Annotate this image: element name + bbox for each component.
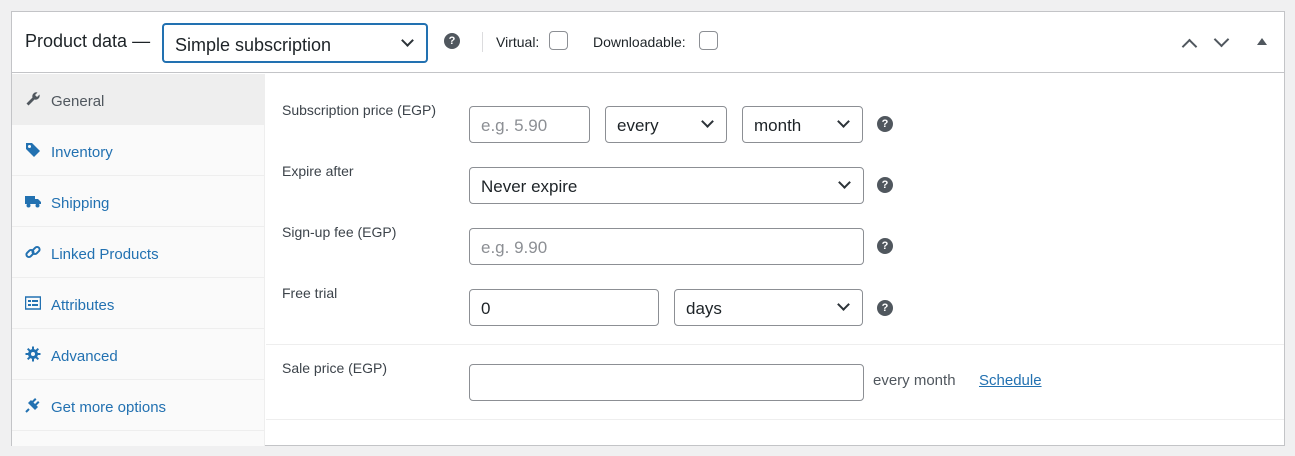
billing-interval-value: every xyxy=(617,116,659,135)
tab-label: Advanced xyxy=(51,348,118,365)
free-trial-period-select[interactable]: days xyxy=(674,289,863,326)
chevron-down-icon xyxy=(837,298,850,311)
sale-price-period-text: every month xyxy=(873,372,956,389)
downloadable-label: Downloadable: xyxy=(593,34,686,50)
product-data-header: Product data — Simple subscription ? Vir… xyxy=(12,12,1284,73)
tab-label: Inventory xyxy=(51,144,113,161)
sale-price-input[interactable] xyxy=(469,364,864,401)
virtual-label: Virtual: xyxy=(496,34,540,50)
sale-price-label: Sale price (EGP) xyxy=(282,360,388,376)
virtual-checkbox[interactable] xyxy=(549,31,568,50)
tab-attributes[interactable]: Attributes xyxy=(12,278,265,329)
free-trial-period-value: days xyxy=(686,299,722,318)
tab-label: Attributes xyxy=(51,297,115,314)
subscription-price-label: Subscription price (EGP) xyxy=(282,102,437,118)
chevron-down-icon xyxy=(837,115,850,128)
tab-shipping[interactable]: Shipping xyxy=(12,176,265,227)
help-icon[interactable]: ? xyxy=(877,238,893,254)
move-down-icon[interactable] xyxy=(1213,31,1230,48)
header-divider xyxy=(482,32,483,52)
billing-period-select[interactable]: month xyxy=(742,106,863,143)
expire-after-select[interactable]: Never expire xyxy=(469,167,864,204)
tab-inventory[interactable]: Inventory xyxy=(12,125,265,176)
chevron-down-icon xyxy=(701,115,714,128)
tab-get-more-options[interactable]: Get more options xyxy=(12,380,265,431)
tag-icon xyxy=(26,143,40,157)
signup-fee-placeholder: e.g. 9.90 xyxy=(481,238,548,257)
toggle-panel-icon[interactable] xyxy=(1257,38,1267,45)
help-icon[interactable]: ? xyxy=(877,116,893,132)
tab-label: Linked Products xyxy=(51,246,159,263)
free-trial-length-input[interactable]: 0 xyxy=(469,289,659,326)
link-icon xyxy=(25,245,41,259)
tab-linked-products[interactable]: Linked Products xyxy=(12,227,265,278)
expire-after-value: Never expire xyxy=(481,177,578,196)
schedule-link[interactable]: Schedule xyxy=(979,372,1042,389)
signup-fee-input[interactable]: e.g. 9.90 xyxy=(469,228,864,265)
tab-general[interactable]: General xyxy=(12,74,265,125)
panel-title: Product data — xyxy=(25,31,151,51)
tab-label: General xyxy=(51,93,105,110)
downloadable-checkbox[interactable] xyxy=(699,31,718,50)
chevron-down-icon xyxy=(838,176,851,189)
wrench-icon xyxy=(26,92,40,106)
subscription-price-input[interactable]: e.g. 5.90 xyxy=(469,106,590,143)
general-tab-panel: Subscription price (EGP) e.g. 5.90 every… xyxy=(266,74,1284,446)
chevron-down-icon xyxy=(401,34,414,47)
free-trial-label: Free trial xyxy=(282,285,338,301)
expire-after-label: Expire after xyxy=(282,163,354,179)
help-icon[interactable]: ? xyxy=(877,177,893,193)
signup-fee-label: Sign-up fee (EGP) xyxy=(282,224,397,240)
product-type-value: Simple subscription xyxy=(175,35,332,55)
list-icon xyxy=(25,296,41,310)
gear-icon xyxy=(25,346,41,362)
help-icon[interactable]: ? xyxy=(877,300,893,316)
section-divider xyxy=(266,419,1284,420)
move-up-icon[interactable] xyxy=(1181,38,1198,55)
product-type-select[interactable]: Simple subscription xyxy=(163,24,427,62)
billing-period-value: month xyxy=(754,116,802,135)
plugin-icon xyxy=(25,398,40,413)
truck-icon xyxy=(25,196,41,208)
tab-advanced[interactable]: Advanced xyxy=(12,329,265,380)
tab-label: Shipping xyxy=(51,195,110,212)
free-trial-length-value: 0 xyxy=(481,299,491,318)
product-data-panel: Product data — Simple subscription ? Vir… xyxy=(11,11,1285,446)
product-data-tabs: General Inventory Shipping Linked Produc… xyxy=(12,74,265,446)
help-icon[interactable]: ? xyxy=(444,33,460,49)
billing-interval-select[interactable]: every xyxy=(605,106,727,143)
section-divider xyxy=(266,344,1284,345)
tab-label: Get more options xyxy=(51,399,167,416)
subscription-price-placeholder: e.g. 5.90 xyxy=(481,116,548,135)
